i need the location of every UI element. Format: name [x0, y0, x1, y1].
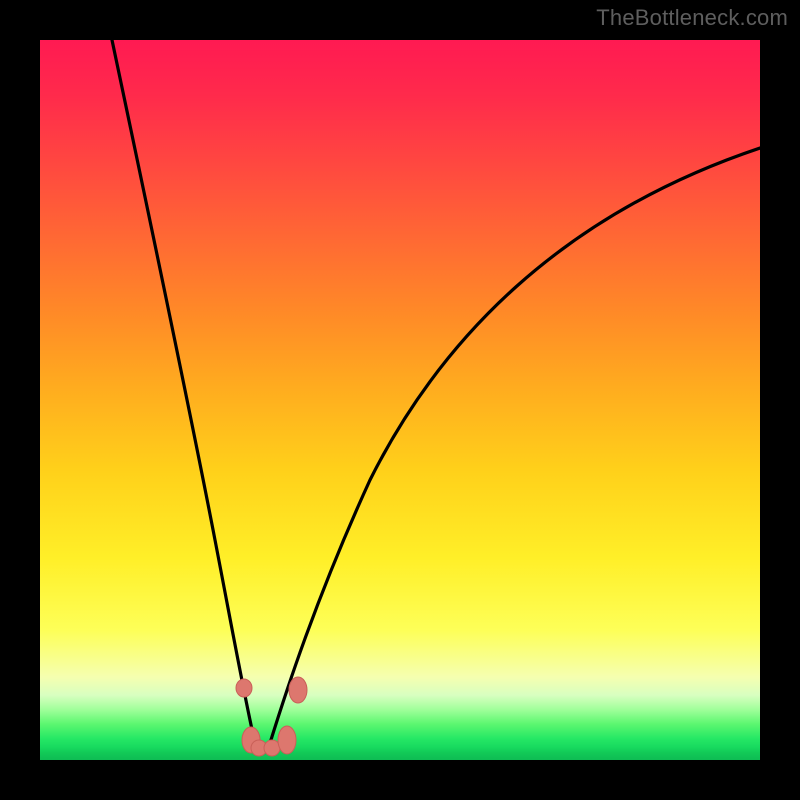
marker-group	[236, 677, 307, 756]
marker-b	[242, 727, 260, 753]
marker-d	[264, 740, 280, 756]
chart-frame: TheBottleneck.com	[0, 0, 800, 800]
gradient-plot-area	[40, 40, 760, 760]
bottleneck-curve	[112, 40, 760, 748]
curve-layer	[40, 40, 760, 760]
marker-f	[289, 677, 307, 703]
marker-e	[278, 726, 296, 754]
marker-c	[251, 740, 267, 756]
marker-a	[236, 679, 252, 697]
attribution-text: TheBottleneck.com	[596, 5, 788, 31]
